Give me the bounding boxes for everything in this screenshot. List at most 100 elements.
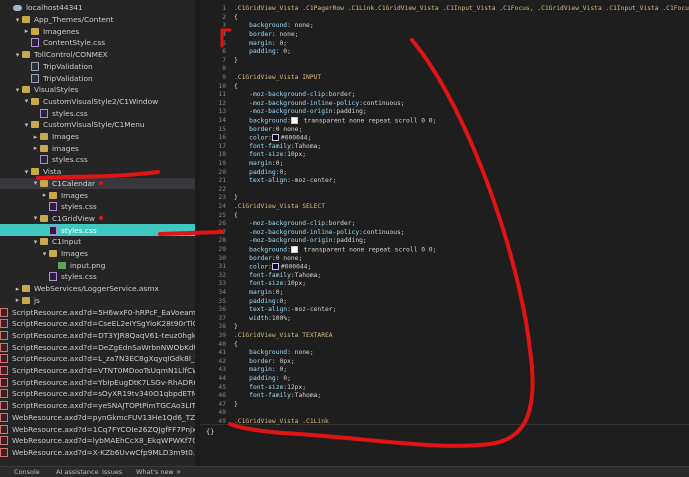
code-token: : 0; <box>275 374 291 382</box>
line-number: 44 <box>218 374 226 382</box>
tree-item-label: Images <box>52 132 79 142</box>
line-number: 34 <box>218 288 226 296</box>
tree-item[interactable]: ▾ Vista <box>0 166 195 178</box>
tree-item[interactable]: styles.css <box>0 107 195 119</box>
code-token: color <box>234 263 269 271</box>
tree-item[interactable]: WebResource.axd?d=1Cq7FYCOIe26ZQJgfFF7Pn… <box>0 423 195 435</box>
tree-item[interactable]: TripValidation <box>0 61 195 73</box>
tree-item[interactable]: ScriptResource.axd?d=yeSNAJTOPtPimTGCAo3… <box>0 400 195 412</box>
tree-item[interactable]: ▸ images <box>0 142 195 154</box>
tree-item[interactable]: ▾ CustomVisualStyle/C1Menu <box>0 119 195 131</box>
color-swatch[interactable] <box>271 133 279 141</box>
chevron-icon[interactable]: ▾ <box>22 97 31 105</box>
code-token: :0 none; <box>271 254 303 262</box>
tree-item[interactable]: ▸ Images <box>0 189 195 201</box>
chevron-icon[interactable]: ▾ <box>40 250 49 258</box>
line-number: 42 <box>218 357 226 365</box>
tree-item[interactable]: ScriptResource.axd?d=5H6wxF0-hRPcF_EaVoe… <box>0 306 195 318</box>
tree-item[interactable]: ▸ js <box>0 295 195 307</box>
line-number: 11 <box>218 91 226 99</box>
code-text: background: transparent none repeat scro… <box>234 245 436 253</box>
code-text: border:0 none; <box>234 255 302 262</box>
line-number: 9 <box>222 73 226 81</box>
tree-item[interactable]: WebResource.axd?d=pynGkmcFUV13He1Qd6_TZD… <box>0 412 195 424</box>
code-token: :border; <box>325 220 356 228</box>
tree-item[interactable]: ▾ Images <box>0 248 195 260</box>
chevron-icon[interactable]: ▸ <box>13 296 22 304</box>
tree-item[interactable]: ▾ C1GridView <box>0 213 195 225</box>
tree-item[interactable]: styles.css <box>0 224 195 236</box>
tree-item-label: WebResource.axd?d=lybMAEhCcX8_EkqWPWKf70… <box>12 436 195 446</box>
tree-item-label: ScriptResource.axd?d=DT3YJR8QaqV61-teuz0… <box>12 330 195 340</box>
tree-item[interactable]: ScriptResource.axd?d=VTNT0MDooTsUqmN1Llf… <box>0 365 195 377</box>
tree-item[interactable]: input.png <box>0 259 195 271</box>
drawer-tab[interactable]: Console <box>14 468 40 476</box>
tree-item[interactable]: ScriptResource.axd?d=DT3YJR8QaqV61-teuz0… <box>0 330 195 342</box>
code-text: border: 0px; <box>234 358 295 365</box>
format-braces-button[interactable]: {} <box>206 428 214 436</box>
tree-item[interactable]: ▾ TollControl/CONMEX <box>0 49 195 61</box>
tree-item[interactable]: styles.css <box>0 154 195 166</box>
drawer-tab[interactable]: What's new × <box>136 468 181 476</box>
code-token: text-align <box>234 306 288 314</box>
tree-item[interactable]: ScriptResource.axd?d=L_za7N3EC8gXqyqIGdk… <box>0 353 195 365</box>
tree-item[interactable]: ▾ App_Themes/Content <box>0 14 195 26</box>
code-text: color: #000044; <box>234 133 311 141</box>
chevron-icon[interactable]: ▸ <box>22 27 31 35</box>
drawer-tab[interactable]: Issues <box>102 468 122 476</box>
tree-item-label: WebServices/LoggerService.asmx <box>34 284 159 294</box>
code-token: :0; <box>275 168 288 176</box>
color-swatch[interactable] <box>271 262 279 270</box>
chevron-icon[interactable]: ▾ <box>22 121 31 129</box>
tree-item-label: C1Input <box>52 237 81 247</box>
chevron-icon[interactable]: ▾ <box>31 214 40 222</box>
tree-item[interactable]: ScriptResource.axd?d=CseEL2eIYSgYioK28t9… <box>0 318 195 330</box>
tree-item[interactable]: ▸ Images <box>0 131 195 143</box>
chevron-icon[interactable]: ▸ <box>31 144 40 152</box>
tree-item[interactable]: ScriptResource.axd?d=sOyXR19tv340O1qbpdE… <box>0 388 195 400</box>
tree-item[interactable]: ▸ Imagenes <box>0 25 195 37</box>
line-number: 36 <box>218 306 226 314</box>
tree-item[interactable]: ▸ WebServices/LoggerService.asmx <box>0 283 195 295</box>
cloud-icon <box>13 4 22 11</box>
tree-item[interactable]: ContentStyle.css <box>0 37 195 49</box>
code-editor[interactable]: {} 1 .C1GridView_Vista .C1PagerRow .C1Lin… <box>200 0 689 466</box>
line-number: 14 <box>218 116 226 124</box>
code-text: -moz-background-origin:padding; <box>234 108 367 115</box>
code-text: -moz-background-inline-policy:continuous… <box>234 100 404 107</box>
tree-item[interactable]: ScriptResource.axd?d=YbIpEugDtK7LSGv-RhA… <box>0 376 195 388</box>
tree-item[interactable]: ▾ VisualStyles <box>0 84 195 96</box>
chevron-icon[interactable]: ▸ <box>40 191 49 199</box>
tree-item-label: ScriptResource.axd?d=DeZgEdnSaWrbnNWObKd… <box>12 342 195 352</box>
line-number: 20 <box>218 168 226 176</box>
tree-item[interactable]: styles.css <box>0 271 195 283</box>
tree-item[interactable]: ▾ CustomVisualStyle2/C1Window <box>0 96 195 108</box>
chevron-icon[interactable]: ▾ <box>13 16 22 24</box>
css-icon <box>40 155 48 165</box>
chevron-icon[interactable]: ▸ <box>13 285 22 293</box>
folder-icon <box>49 191 57 199</box>
chevron-icon[interactable]: ▾ <box>31 179 40 187</box>
chevron-icon[interactable]: ▸ <box>31 133 40 141</box>
tree-item[interactable]: WebResource.axd?d=X-KZb6UvwCfp9MLD3m9t0.… <box>0 447 195 459</box>
color-swatch[interactable] <box>290 116 298 124</box>
chevron-icon[interactable]: ▾ <box>13 51 22 59</box>
tree-item[interactable]: styles.css <box>0 201 195 213</box>
code-text: padding:0; <box>234 169 287 176</box>
line-number: 32 <box>218 271 226 279</box>
tree-item[interactable]: localhost44341 <box>0 2 195 14</box>
chevron-icon[interactable]: ▾ <box>31 238 40 246</box>
tree-item[interactable]: ▾ C1Input <box>0 236 195 248</box>
tree-item[interactable]: TripValidation <box>0 72 195 84</box>
line-number: 27 <box>218 228 226 236</box>
tree-item[interactable]: ScriptResource.axd?d=DeZgEdnSaWrbnNWObKd… <box>0 341 195 353</box>
color-swatch[interactable] <box>290 245 298 253</box>
drawer-tab[interactable]: AI assistance <box>56 468 99 476</box>
tree-item[interactable]: ▾ C1Calendar <box>0 177 195 190</box>
chevron-icon[interactable]: ▾ <box>13 86 22 94</box>
line-number: 6 <box>222 48 226 56</box>
code-token: :padding; <box>332 237 367 245</box>
code-text: font-size:10px; <box>234 280 306 287</box>
chevron-icon[interactable]: ▾ <box>22 168 31 176</box>
tree-item[interactable]: WebResource.axd?d=lybMAEhCcX8_EkqWPWKf70… <box>0 435 195 447</box>
